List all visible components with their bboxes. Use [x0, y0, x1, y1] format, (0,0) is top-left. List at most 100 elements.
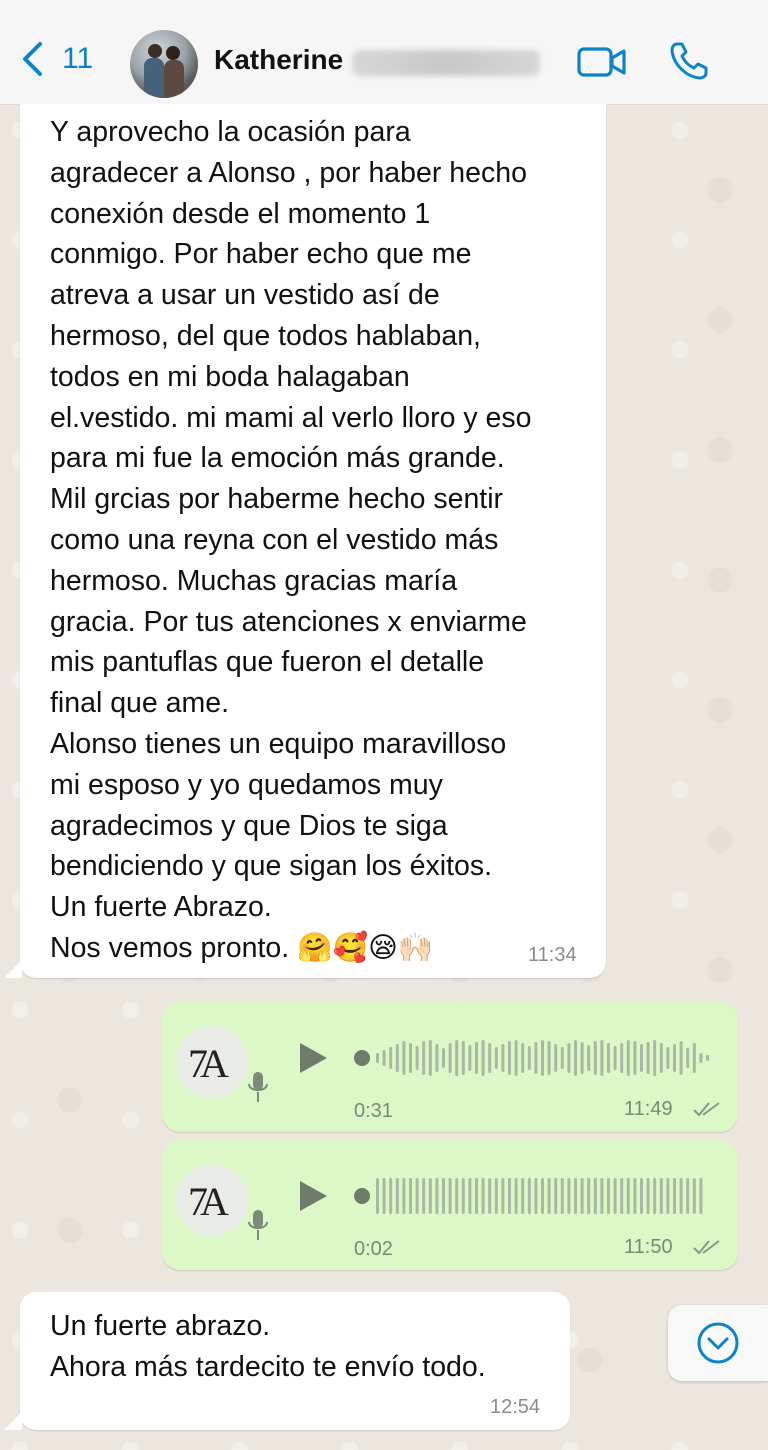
waveform-bar: [673, 1044, 676, 1072]
waveform-bar: [541, 1178, 544, 1214]
waveform-bar: [415, 1046, 419, 1070]
waveform-bar: [422, 1041, 426, 1075]
waveform-bar: [488, 1178, 492, 1214]
waveform-bar: [514, 1040, 518, 1076]
audio-waveform[interactable]: [354, 1176, 714, 1216]
waveform-bar: [686, 1178, 690, 1214]
waveform-bar: [593, 1041, 597, 1075]
double-check-icon: [693, 1240, 720, 1255]
waveform-bar: [587, 1045, 591, 1071]
microphone-icon: [248, 1072, 268, 1102]
waveform-bar: [659, 1178, 663, 1214]
waveform-bar: [442, 1048, 445, 1068]
waveform-bar: [395, 1044, 399, 1072]
waveform-bar: [501, 1178, 505, 1214]
waveform-bar: [607, 1043, 610, 1073]
video-call-button[interactable]: [576, 44, 628, 80]
message-text: Y aprovecho la ocasión para agradecer a …: [50, 116, 532, 964]
waveform-bar: [613, 1046, 617, 1070]
waveform-bar: [580, 1178, 584, 1214]
waveform-bar: [547, 1178, 551, 1214]
waveform-bar: [699, 1178, 703, 1214]
contact-name[interactable]: Katherine: [214, 44, 343, 76]
waveform-bar: [580, 1042, 584, 1074]
back-button[interactable]: 11: [20, 40, 93, 78]
incoming-message[interactable]: Y aprovecho la ocasión para agradecer a …: [20, 104, 606, 978]
voice-call-button[interactable]: [668, 40, 710, 82]
waveform-bar: [560, 1178, 564, 1214]
waveform-bar: [673, 1178, 676, 1214]
waveform-bar: [428, 1178, 432, 1214]
sender-logo: 7A: [188, 1179, 229, 1224]
waveform-bar: [692, 1178, 696, 1214]
chevron-left-icon: [23, 42, 42, 76]
waveform-bar: [475, 1178, 478, 1214]
waveform-bar: [686, 1048, 690, 1068]
bubble-tail: [4, 1412, 22, 1430]
waveform-bar: [435, 1044, 439, 1072]
waveform-bar: [626, 1040, 630, 1076]
playhead[interactable]: [354, 1188, 370, 1204]
waveform-bar: [501, 1044, 505, 1072]
waveform-bar: [613, 1178, 617, 1214]
message-time: 11:49: [624, 1098, 673, 1120]
waveform-bar: [666, 1178, 670, 1214]
audio-waveform[interactable]: [354, 1038, 714, 1078]
play-icon[interactable]: [296, 1040, 330, 1076]
waveform-bar: [534, 1042, 538, 1074]
bubble-tail: [4, 960, 22, 978]
outgoing-voice-message[interactable]: 7A 0:02 11:50: [162, 1140, 738, 1270]
waveform-bar: [620, 1043, 624, 1073]
waveform-bar: [376, 1178, 379, 1214]
waveform-bar: [468, 1045, 472, 1071]
waveform-bar: [534, 1178, 538, 1214]
waveform-bar: [461, 1041, 465, 1075]
waveform-bar: [448, 1043, 452, 1073]
waveform-bar: [494, 1047, 498, 1069]
waveform-bar: [560, 1047, 564, 1069]
waveform-bar: [402, 1041, 406, 1075]
waveform-bar: [679, 1041, 683, 1075]
waveform-bar: [435, 1178, 439, 1214]
scroll-to-bottom-button[interactable]: [668, 1305, 768, 1381]
waveform-bar: [633, 1178, 637, 1214]
waveform-bar: [600, 1040, 604, 1076]
waveform-bar: [521, 1043, 525, 1073]
waveform-bar: [521, 1178, 525, 1214]
playhead[interactable]: [354, 1050, 370, 1066]
waveform-bar: [488, 1043, 492, 1073]
sender-logo: 7A: [188, 1041, 229, 1086]
chat-header: 11 Katherine: [0, 0, 768, 105]
waveform-bar: [455, 1040, 459, 1076]
message-time: 11:34: [528, 944, 577, 966]
double-check-icon: [693, 1102, 720, 1117]
waveform-bar: [428, 1040, 432, 1076]
waveform-bar: [455, 1178, 459, 1214]
waveform-bar: [395, 1178, 399, 1214]
message-text: Un fuerte abrazo. Ahora más tardecito te…: [50, 1310, 486, 1383]
waveform-bar: [666, 1047, 670, 1069]
play-icon[interactable]: [296, 1178, 330, 1214]
waveform-bar: [494, 1178, 498, 1214]
waveform-bar: [567, 1178, 571, 1214]
waveform-bar: [593, 1178, 597, 1214]
waveform-bar: [402, 1178, 406, 1214]
waveform-bar: [415, 1178, 419, 1214]
waveform-bar: [567, 1043, 571, 1073]
waveform-bar: [481, 1040, 485, 1076]
waveform-bar: [422, 1178, 426, 1214]
waveform-bar: [633, 1041, 637, 1075]
waveform-bar: [554, 1178, 558, 1214]
waveform-bar: [699, 1053, 703, 1063]
outgoing-voice-message[interactable]: 7A 0:31 11:49: [162, 1002, 738, 1132]
waveform-bar: [382, 1178, 386, 1214]
contact-avatar[interactable]: [130, 30, 198, 98]
incoming-message[interactable]: Un fuerte abrazo. Ahora más tardecito te…: [20, 1292, 570, 1430]
waveform-bar: [409, 1178, 412, 1214]
message-time: 11:50: [624, 1236, 673, 1258]
waveform-bar: [508, 1041, 511, 1075]
chevron-down-circle-icon: [697, 1322, 739, 1364]
microphone-icon: [248, 1210, 268, 1240]
waveform-bar: [646, 1042, 650, 1074]
waveform-bar: [646, 1178, 650, 1214]
